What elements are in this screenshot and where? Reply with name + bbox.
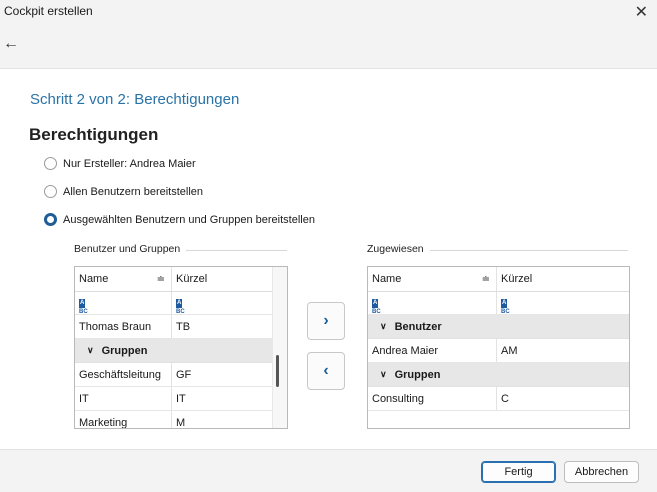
- cell-code: IT: [176, 392, 186, 405]
- cell-code: C: [501, 392, 509, 405]
- window-title: Cockpit erstellen: [4, 4, 93, 18]
- cell-name: Consulting: [368, 387, 497, 410]
- scrollbar[interactable]: [272, 267, 287, 428]
- table-row[interactable]: Andrea Maier AM: [368, 339, 629, 363]
- cell-code: GF: [176, 368, 192, 381]
- option-label: Ausgewählten Benutzern und Gruppen berei…: [63, 213, 315, 226]
- cell-name: Andrea Maier: [368, 339, 497, 362]
- abc-filter-icon[interactable]: ABC: [501, 298, 515, 315]
- option-label: Nur Ersteller: Andrea Maier: [63, 157, 196, 170]
- option-all-users[interactable]: Allen Benutzern bereitstellen: [44, 185, 203, 198]
- title-bar: Cockpit erstellen ✕: [0, 0, 657, 24]
- cell-code: M: [176, 416, 186, 429]
- radio-button[interactable]: [44, 157, 57, 170]
- cell-name: IT: [75, 387, 172, 410]
- column-header-name[interactable]: Name ≐: [368, 267, 497, 291]
- chevron-left-icon: ‹: [323, 362, 329, 379]
- chevron-down-icon[interactable]: ∨: [87, 345, 94, 356]
- cell-code: AM: [501, 344, 518, 357]
- table-row[interactable]: Consulting C: [368, 387, 629, 411]
- filter-cell-code[interactable]: ABC: [172, 292, 287, 315]
- filter-cell-name[interactable]: ABC: [75, 292, 172, 315]
- cell-name: Marketing: [75, 411, 172, 428]
- chevron-down-icon[interactable]: ∨: [380, 321, 387, 332]
- add-button[interactable]: ›: [307, 302, 345, 340]
- column-header-code[interactable]: Kürzel: [497, 267, 629, 291]
- group-divider: [430, 250, 628, 251]
- group-row-label: Gruppen: [394, 368, 441, 381]
- table-row[interactable]: Thomas Braun TB: [75, 315, 287, 339]
- section-title: Berechtigungen: [29, 125, 159, 144]
- grid-header: Name ≐ Kürzel: [75, 267, 287, 292]
- finish-button[interactable]: Fertig: [481, 461, 556, 483]
- nav-bar: ←: [0, 24, 657, 69]
- column-header-name[interactable]: Name ≐: [75, 267, 172, 291]
- footer: [0, 449, 657, 492]
- cell-name: Geschäftsleitung: [75, 363, 172, 386]
- column-header-code[interactable]: Kürzel: [172, 267, 287, 291]
- group-row-label: Benutzer: [394, 320, 442, 333]
- abc-filter-icon[interactable]: ABC: [176, 298, 190, 315]
- filter-cell-name[interactable]: ABC: [368, 292, 497, 315]
- option-selected-users[interactable]: Ausgewählten Benutzern und Gruppen berei…: [44, 213, 315, 226]
- back-arrow-icon[interactable]: ←: [3, 35, 19, 53]
- filter-cell-code[interactable]: ABC: [497, 292, 629, 315]
- cancel-button[interactable]: Abbrechen: [564, 461, 639, 483]
- table-row[interactable]: IT IT: [75, 387, 287, 411]
- sort-icon[interactable]: ≐: [157, 274, 165, 285]
- option-label: Allen Benutzern bereitstellen: [63, 185, 204, 198]
- option-creator-only[interactable]: Nur Ersteller: Andrea Maier: [44, 157, 196, 170]
- group-row[interactable]: ∨ Gruppen: [368, 363, 629, 387]
- group-row-label: Gruppen: [101, 344, 148, 357]
- filter-row: ABC ABC: [75, 292, 287, 315]
- group-row[interactable]: ∨ Gruppen: [75, 339, 287, 363]
- table-row[interactable]: Geschäftsleitung GF: [75, 363, 287, 387]
- radio-button-selected[interactable]: [44, 213, 57, 226]
- table-row[interactable]: Marketing M: [75, 411, 287, 429]
- assigned-grid[interactable]: Name ≐ Kürzel ABC ABC ∨ Benutzer Andrea …: [367, 266, 630, 429]
- grid-header: Name ≐ Kürzel: [368, 267, 629, 292]
- chevron-right-icon: ›: [323, 312, 329, 329]
- filter-row: ABC ABC: [368, 292, 629, 315]
- radio-button[interactable]: [44, 185, 57, 198]
- cell-name: Thomas Braun: [75, 315, 172, 338]
- remove-button[interactable]: ‹: [307, 352, 345, 390]
- abc-filter-icon[interactable]: ABC: [79, 298, 93, 315]
- cell-code: TB: [176, 320, 191, 333]
- close-icon[interactable]: ✕: [635, 2, 648, 22]
- chevron-down-icon[interactable]: ∨: [380, 369, 387, 380]
- scrollbar-thumb[interactable]: [276, 355, 279, 387]
- sort-icon[interactable]: ≐: [482, 274, 490, 285]
- available-grid[interactable]: Name ≐ Kürzel ABC ABC Thomas Braun TB ∨ …: [74, 266, 288, 429]
- left-group-label: Benutzer und Gruppen: [74, 243, 181, 255]
- right-group-label: Zugewiesen: [367, 243, 424, 255]
- abc-filter-icon[interactable]: ABC: [372, 298, 386, 315]
- group-row[interactable]: ∨ Benutzer: [368, 315, 629, 339]
- group-divider: [186, 250, 287, 251]
- step-title: Schritt 2 von 2: Berechtigungen: [30, 91, 240, 108]
